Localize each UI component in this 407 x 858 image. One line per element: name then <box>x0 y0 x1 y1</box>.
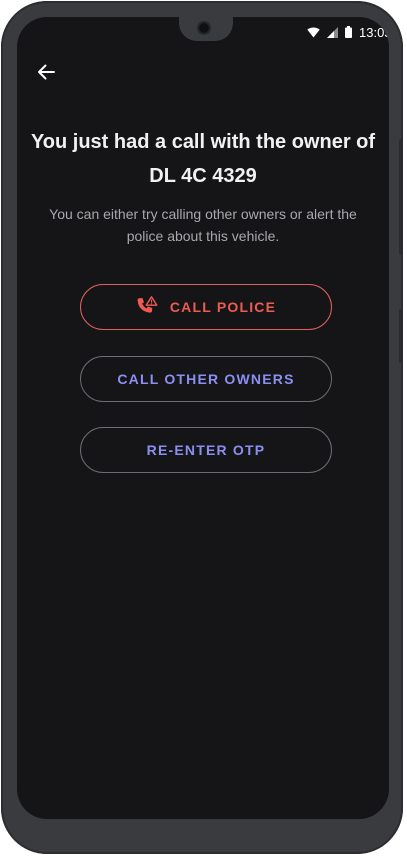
wifi-icon <box>307 27 320 38</box>
back-button[interactable] <box>33 61 59 87</box>
call-other-owners-label: CALL OTHER OWNERS <box>117 371 295 387</box>
volume-button <box>399 139 403 255</box>
status-icons: 13:05 <box>307 24 389 40</box>
status-bar: 13:05 <box>17 17 389 47</box>
page-title: You just had a call with the owner of DL… <box>30 131 376 187</box>
phone-alert-icon <box>136 295 158 319</box>
app-screen: 13:05 You just had a call with the owner… <box>17 17 389 819</box>
battery-icon <box>345 26 352 38</box>
page-subtitle: You can either try calling other owners … <box>49 206 357 244</box>
status-time: 13:05 <box>359 24 389 40</box>
re-enter-otp-button[interactable]: RE-ENTER OTP <box>80 427 332 473</box>
call-other-owners-button[interactable]: CALL OTHER OWNERS <box>80 356 332 402</box>
re-enter-otp-label: RE-ENTER OTP <box>146 442 266 458</box>
arrow-left-icon <box>37 64 55 85</box>
signal-icon <box>327 26 338 38</box>
front-camera-icon <box>197 21 211 35</box>
call-police-label: CALL POLICE <box>169 299 277 315</box>
phone-frame: 13:05 You just had a call with the owner… <box>1 1 403 854</box>
call-police-button[interactable]: CALL POLICE <box>80 284 332 330</box>
power-button <box>399 309 403 363</box>
